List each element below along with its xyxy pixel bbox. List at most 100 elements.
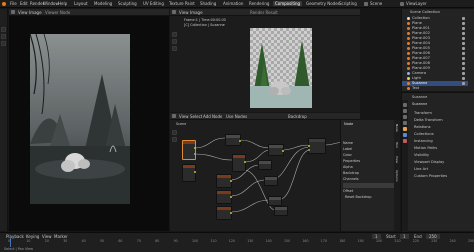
output-socket[interactable] bbox=[239, 140, 241, 142]
property-panel[interactable]: Collections bbox=[410, 131, 474, 137]
workspace-tab-scripting[interactable]: Scripting bbox=[337, 1, 359, 6]
image-node[interactable] bbox=[216, 190, 232, 204]
modifier-tab-icon[interactable] bbox=[403, 133, 407, 137]
property-panel[interactable]: Relations bbox=[410, 124, 474, 130]
image-node[interactable] bbox=[182, 164, 196, 182]
node-menu-view[interactable]: View bbox=[179, 114, 189, 119]
eye-icon[interactable] bbox=[462, 77, 465, 80]
node-menu-add[interactable]: Add bbox=[203, 114, 211, 119]
menu-window[interactable]: Window bbox=[43, 1, 59, 6]
view-layer-selector[interactable]: ViewLayer bbox=[406, 1, 427, 6]
image-editor-icon[interactable] bbox=[172, 10, 176, 14]
eye-icon[interactable] bbox=[462, 47, 465, 50]
property-panel[interactable]: Line Art bbox=[410, 166, 474, 172]
render-result-name[interactable]: Render Result bbox=[250, 10, 278, 15]
composite-node[interactable] bbox=[308, 138, 326, 154]
sidebar-row[interactable]: Color bbox=[343, 141, 397, 157]
property-panel[interactable]: Transform bbox=[410, 110, 474, 116]
input-socket[interactable] bbox=[308, 145, 310, 147]
mix-node[interactable] bbox=[264, 176, 278, 186]
eye-icon[interactable] bbox=[462, 22, 465, 25]
node-canvas[interactable]: Scene bbox=[170, 120, 360, 231]
workspace-tab-compositing[interactable]: Compositing bbox=[273, 1, 303, 6]
sidebar-row[interactable]: Properties bbox=[343, 147, 397, 163]
menu-file[interactable]: File bbox=[10, 1, 17, 6]
output-socket[interactable] bbox=[194, 147, 196, 149]
eye-icon[interactable] bbox=[462, 37, 465, 40]
eye-icon[interactable] bbox=[462, 27, 465, 30]
workspace-tab-layout[interactable]: Layout bbox=[72, 1, 90, 6]
workspace-tab-modeling[interactable]: Modeling bbox=[92, 1, 114, 6]
sidebar-row[interactable]: Zoom bbox=[343, 171, 397, 187]
mix-node[interactable] bbox=[268, 196, 282, 206]
property-panel[interactable]: Delta Transform bbox=[410, 117, 474, 123]
image-editor-icon[interactable] bbox=[11, 10, 15, 14]
workspace-tab-rendering[interactable]: Rendering bbox=[247, 1, 271, 6]
sidebar-row[interactable]: Label bbox=[343, 135, 397, 151]
property-panel[interactable]: Viewport Display bbox=[410, 159, 474, 165]
annotate-tool-icon[interactable] bbox=[1, 41, 6, 46]
viewer-menu-image[interactable]: Image bbox=[29, 10, 42, 15]
menu-edit[interactable]: Edit bbox=[20, 1, 28, 6]
use-nodes-checkbox[interactable]: Use Nodes bbox=[226, 114, 247, 119]
eye-icon[interactable] bbox=[462, 62, 465, 65]
sidebar-row[interactable]: Alpha bbox=[343, 153, 397, 169]
backdrop-button[interactable]: Backdrop bbox=[288, 114, 307, 119]
sidebar-tab-node[interactable]: Node bbox=[394, 124, 399, 132]
image-node[interactable] bbox=[216, 206, 232, 220]
render-tab-icon[interactable] bbox=[403, 109, 407, 113]
node-menu-node[interactable]: Node bbox=[212, 114, 222, 119]
output-socket[interactable] bbox=[194, 153, 196, 155]
blender-logo-icon[interactable] bbox=[2, 2, 6, 6]
viewer-canvas[interactable] bbox=[9, 16, 169, 231]
sidebar-row[interactable]: Backdrop bbox=[343, 159, 397, 175]
eye-icon[interactable] bbox=[462, 42, 465, 45]
property-panel[interactable]: Custom Properties bbox=[410, 173, 474, 179]
sidebar-row[interactable]: Offset bbox=[343, 177, 397, 193]
property-panel[interactable]: Motion Paths bbox=[410, 145, 474, 151]
object-tab-icon[interactable] bbox=[403, 127, 407, 131]
sidebar-row[interactable]: Channels bbox=[343, 165, 397, 181]
workspace-tab-animation[interactable]: Animation bbox=[221, 1, 245, 6]
preview-menu-view[interactable]: View bbox=[179, 10, 189, 15]
eye-icon[interactable] bbox=[462, 17, 465, 20]
preview-menu-image[interactable]: Image bbox=[190, 10, 203, 15]
mix-node[interactable] bbox=[274, 206, 288, 216]
property-panel[interactable]: Visibility bbox=[410, 152, 474, 158]
scene-selector[interactable]: Scene bbox=[370, 1, 382, 6]
eye-icon[interactable] bbox=[462, 82, 465, 85]
tool-tab-icon[interactable] bbox=[403, 103, 407, 107]
eye-icon[interactable] bbox=[462, 52, 465, 55]
material-tab-icon[interactable] bbox=[403, 139, 407, 143]
reset-backdrop-button[interactable]: Reset Backdrop bbox=[343, 183, 397, 199]
output-socket[interactable] bbox=[194, 171, 196, 173]
sidebar-tab-tool[interactable]: Tool bbox=[394, 142, 399, 148]
playhead[interactable] bbox=[10, 238, 11, 247]
eye-icon[interactable] bbox=[462, 32, 465, 35]
node-menu-select[interactable]: Select bbox=[190, 114, 202, 119]
input-socket[interactable] bbox=[308, 149, 310, 151]
move-tool-icon[interactable] bbox=[1, 34, 6, 39]
sidebar-tab-options[interactable]: Options bbox=[394, 170, 399, 182]
workspace-tab-shading[interactable]: Shading bbox=[198, 1, 218, 6]
outliner-row[interactable]: Text bbox=[402, 86, 468, 90]
output-socket[interactable] bbox=[244, 161, 246, 163]
output-socket[interactable] bbox=[230, 180, 232, 182]
sidebar-tab-view[interactable]: View bbox=[394, 156, 399, 163]
eye-icon[interactable] bbox=[462, 57, 465, 60]
viewer-menu-view[interactable]: View bbox=[18, 10, 28, 15]
image-node[interactable] bbox=[216, 174, 232, 188]
output-socket[interactable] bbox=[282, 150, 284, 152]
mix-node[interactable] bbox=[258, 160, 272, 170]
workspace-tab-uv-editing[interactable]: UV Editing bbox=[141, 1, 166, 6]
node-editor-icon[interactable] bbox=[172, 114, 176, 118]
workspace-tab-sculpting[interactable]: Sculpting bbox=[116, 1, 139, 6]
preview-tool-icon[interactable] bbox=[172, 39, 177, 44]
viewer-image-name[interactable]: Viewer Node bbox=[45, 10, 70, 15]
sidebar-row[interactable]: Name bbox=[343, 129, 397, 145]
output-tab-icon[interactable] bbox=[403, 115, 407, 119]
property-panel[interactable]: Instancing bbox=[410, 138, 474, 144]
image-node[interactable] bbox=[182, 140, 196, 160]
eye-icon[interactable] bbox=[462, 72, 465, 75]
menu-help[interactable]: Help bbox=[58, 1, 67, 6]
